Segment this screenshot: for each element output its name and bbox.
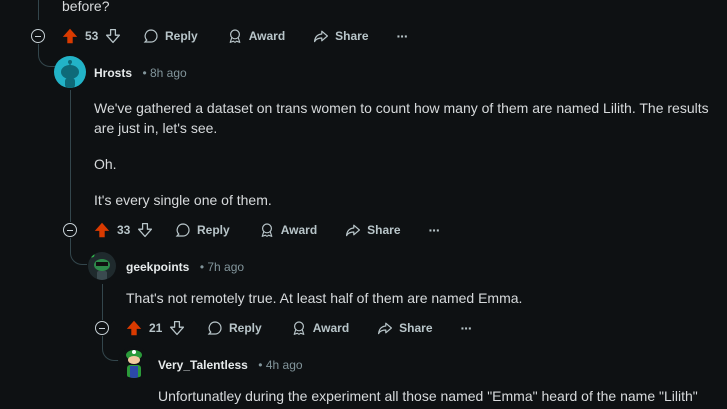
comment-time: • 4h ago bbox=[258, 358, 303, 372]
author-name[interactable]: geekpoints bbox=[126, 260, 189, 274]
comment-header: Very_Talentless • 4h ago bbox=[158, 356, 303, 374]
author-name[interactable]: Hrosts bbox=[94, 66, 132, 80]
award-button[interactable]: Award bbox=[259, 222, 317, 238]
comment-action-row: 21 Reply Award Share ··· bbox=[125, 316, 473, 340]
share-label: Share bbox=[335, 29, 369, 43]
thread-line-geekpoints bbox=[102, 284, 103, 320]
snoo-avatar-icon bbox=[126, 350, 142, 378]
comment-paragraph: It's every single one of them. bbox=[94, 192, 272, 208]
reply-label: Reply bbox=[229, 321, 262, 335]
author-name[interactable]: Very_Talentless bbox=[158, 358, 248, 372]
more-options-button[interactable]: ··· bbox=[461, 320, 473, 336]
reply-button[interactable]: Reply bbox=[143, 28, 198, 44]
downvote-icon[interactable] bbox=[169, 320, 185, 336]
comment-bubble-icon bbox=[143, 29, 158, 43]
avatar[interactable] bbox=[54, 56, 86, 88]
thread-elbow-very-talentless bbox=[102, 336, 119, 361]
snoo-avatar-icon bbox=[89, 252, 110, 280]
collapse-thread-button[interactable] bbox=[95, 321, 109, 335]
thread-line-root bbox=[38, 0, 39, 20]
share-label: Share bbox=[399, 321, 433, 335]
comment-paragraph: We've gathered a dataset on trans women … bbox=[94, 100, 709, 136]
thread-line-hrosts bbox=[70, 90, 71, 222]
award-label: Award bbox=[248, 29, 286, 43]
collapse-thread-button[interactable] bbox=[63, 223, 77, 237]
upvote-icon[interactable] bbox=[61, 27, 79, 45]
comment-action-row: 33 Reply Award Share ··· bbox=[93, 218, 441, 242]
comment-time: • 7h ago bbox=[199, 260, 245, 274]
top-comment-text-tail: before? bbox=[62, 0, 110, 14]
downvote-icon[interactable] bbox=[105, 28, 121, 44]
share-icon bbox=[346, 224, 361, 237]
comment-header: geekpoints • 7h ago bbox=[126, 258, 244, 276]
comment-bubble-icon bbox=[175, 223, 190, 237]
award-icon bbox=[229, 29, 241, 43]
award-button[interactable]: Award bbox=[291, 320, 349, 336]
thread-elbow-geekpoints bbox=[70, 238, 87, 265]
share-icon bbox=[314, 30, 329, 43]
vote-score: 53 bbox=[85, 29, 99, 43]
share-label: Share bbox=[367, 223, 401, 237]
award-button[interactable]: Award bbox=[227, 28, 285, 44]
share-button[interactable]: Share bbox=[345, 222, 401, 238]
upvote-icon[interactable] bbox=[125, 319, 143, 337]
comment-paragraph: Unfortunatley during the experiment all … bbox=[158, 388, 698, 404]
vote-score: 21 bbox=[149, 321, 163, 335]
avatar[interactable] bbox=[118, 346, 150, 378]
comment-header: Hrosts • 8h ago bbox=[94, 64, 187, 82]
more-options-button[interactable]: ··· bbox=[429, 222, 441, 238]
reply-label: Reply bbox=[197, 223, 230, 237]
upvote-icon[interactable] bbox=[93, 221, 111, 239]
comment-paragraph: That's not remotely true. At least half … bbox=[126, 290, 523, 306]
thread-elbow-hrosts bbox=[38, 44, 55, 67]
comment-bubble-icon bbox=[207, 321, 222, 335]
share-button[interactable]: Share bbox=[313, 28, 369, 44]
snoo-avatar-icon bbox=[61, 60, 79, 88]
award-label: Award bbox=[312, 321, 350, 335]
award-icon bbox=[293, 321, 305, 335]
comment-time: • 8h ago bbox=[142, 66, 187, 80]
share-icon bbox=[378, 322, 393, 335]
downvote-icon[interactable] bbox=[137, 222, 153, 238]
collapse-thread-button[interactable] bbox=[31, 29, 45, 43]
award-icon bbox=[261, 223, 273, 237]
avatar[interactable] bbox=[88, 252, 116, 280]
vote-score: 33 bbox=[117, 223, 131, 237]
comment-paragraph: Oh. bbox=[94, 156, 117, 172]
reply-button[interactable]: Reply bbox=[175, 222, 230, 238]
share-button[interactable]: Share bbox=[377, 320, 433, 336]
top-comment-action-row: 53 Reply Award Share ··· bbox=[61, 24, 409, 48]
award-label: Award bbox=[280, 223, 318, 237]
more-options-button[interactable]: ··· bbox=[397, 28, 409, 44]
reply-label: Reply bbox=[165, 29, 198, 43]
reply-button[interactable]: Reply bbox=[207, 320, 262, 336]
